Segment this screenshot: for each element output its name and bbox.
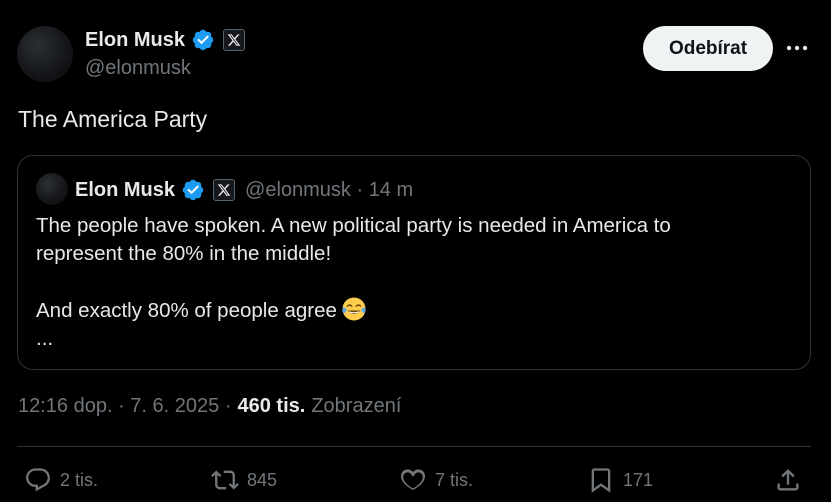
timestamp[interactable]: 12:16 dop. · 7. 6. 2025 · (18, 395, 232, 418)
quoted-handle-time: @elonmusk · 14 m (245, 178, 414, 201)
bookmark-count: 171 (623, 469, 654, 490)
share-button[interactable] (774, 462, 802, 498)
reply-count: 2 tis. (60, 469, 99, 490)
quoted-tweet[interactable]: Elon Musk @elonmusk · 14 m The people ha… (17, 155, 811, 370)
repost-icon (211, 470, 239, 490)
like-button[interactable]: 7 tis. (399, 462, 473, 498)
verified-badge-icon[interactable] (191, 28, 215, 52)
x-affiliation-icon (213, 179, 236, 201)
quoted-header: Elon Musk @elonmusk · 14 m (75, 176, 413, 204)
tweet-meta: 12:16 dop. · 7. 6. 2025 · 460 tis. Zobra… (18, 395, 401, 418)
views-count: 460 tis. (237, 395, 306, 417)
verified-badge-icon (182, 179, 204, 201)
bookmark-button[interactable]: 171 (587, 462, 653, 498)
like-icon (400, 469, 426, 491)
quoted-display-name: Elon Musk (75, 178, 176, 201)
repost-button[interactable]: 845 (211, 462, 277, 498)
divider (17, 446, 811, 447)
like-count: 7 tis. (435, 469, 474, 490)
quoted-line: The people have spoken. A new political … (36, 214, 671, 237)
author-name-row: Elon Musk (85, 26, 246, 54)
author-handle[interactable]: @elonmusk (85, 57, 191, 80)
follow-button[interactable]: Odebírat (643, 26, 773, 71)
quoted-text: The people have spoken. A new political … (36, 212, 796, 353)
tears-of-joy-emoji-icon (342, 297, 366, 321)
reply-icon (26, 468, 50, 492)
quoted-line: represent the 80% in the middle! (36, 242, 332, 265)
quoted-line-text: And exactly 80% of people agree (36, 299, 337, 322)
repost-count: 845 (247, 469, 278, 490)
bookmark-icon (591, 468, 611, 493)
action-bar: 2 tis. 845 7 tis. 171 (0, 462, 831, 498)
share-icon (777, 469, 799, 491)
quoted-line: And exactly 80% of people agree (36, 296, 796, 325)
avatar[interactable] (17, 26, 73, 82)
x-affiliation-icon[interactable] (223, 29, 246, 51)
reply-button[interactable]: 2 tis. (24, 462, 98, 498)
quoted-line: ... (36, 327, 54, 350)
author-display-name[interactable]: Elon Musk (85, 29, 185, 52)
more-icon[interactable] (781, 34, 813, 62)
views-label: Zobrazení (311, 395, 402, 417)
tweet-text: The America Party (18, 106, 208, 132)
tweet-container: Elon Musk @elonmusk Odebírat The America… (0, 0, 831, 502)
quoted-avatar (36, 173, 68, 205)
